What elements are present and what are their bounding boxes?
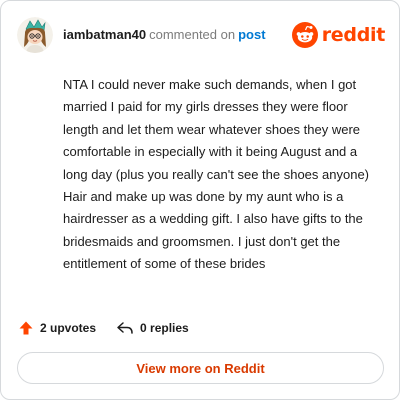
upvote-arrow-icon [19,321,33,335]
commented-on-text: commented on [149,27,236,42]
comment-actions: 2 upvotes 0 replies [18,317,189,339]
upvote-button[interactable]: 2 upvotes [18,320,96,336]
comment-header: iambatman40 commented on post reddit [17,17,385,53]
comment-meta: iambatman40 commented on post [63,27,292,43]
reply-button[interactable]: 0 replies [116,320,189,336]
snoo-avatar-icon [17,17,53,53]
upvote-count: 2 upvotes [40,321,97,335]
reddit-logo[interactable]: reddit [291,21,386,49]
comment-embed-card: iambatman40 commented on post reddit NTA… [0,0,400,400]
username-link[interactable]: iambatman40 [63,27,146,42]
post-link[interactable]: post [238,27,265,42]
reddit-wordmark: reddit [321,24,386,46]
reply-count: 0 replies [140,321,189,335]
user-avatar[interactable] [17,17,53,53]
reply-arrow-icon [117,322,133,334]
view-more-on-reddit-button[interactable]: View more on Reddit [17,352,384,384]
comment-body: NTA I could never make such demands, whe… [63,77,370,272]
reddit-alien-icon [291,22,318,48]
